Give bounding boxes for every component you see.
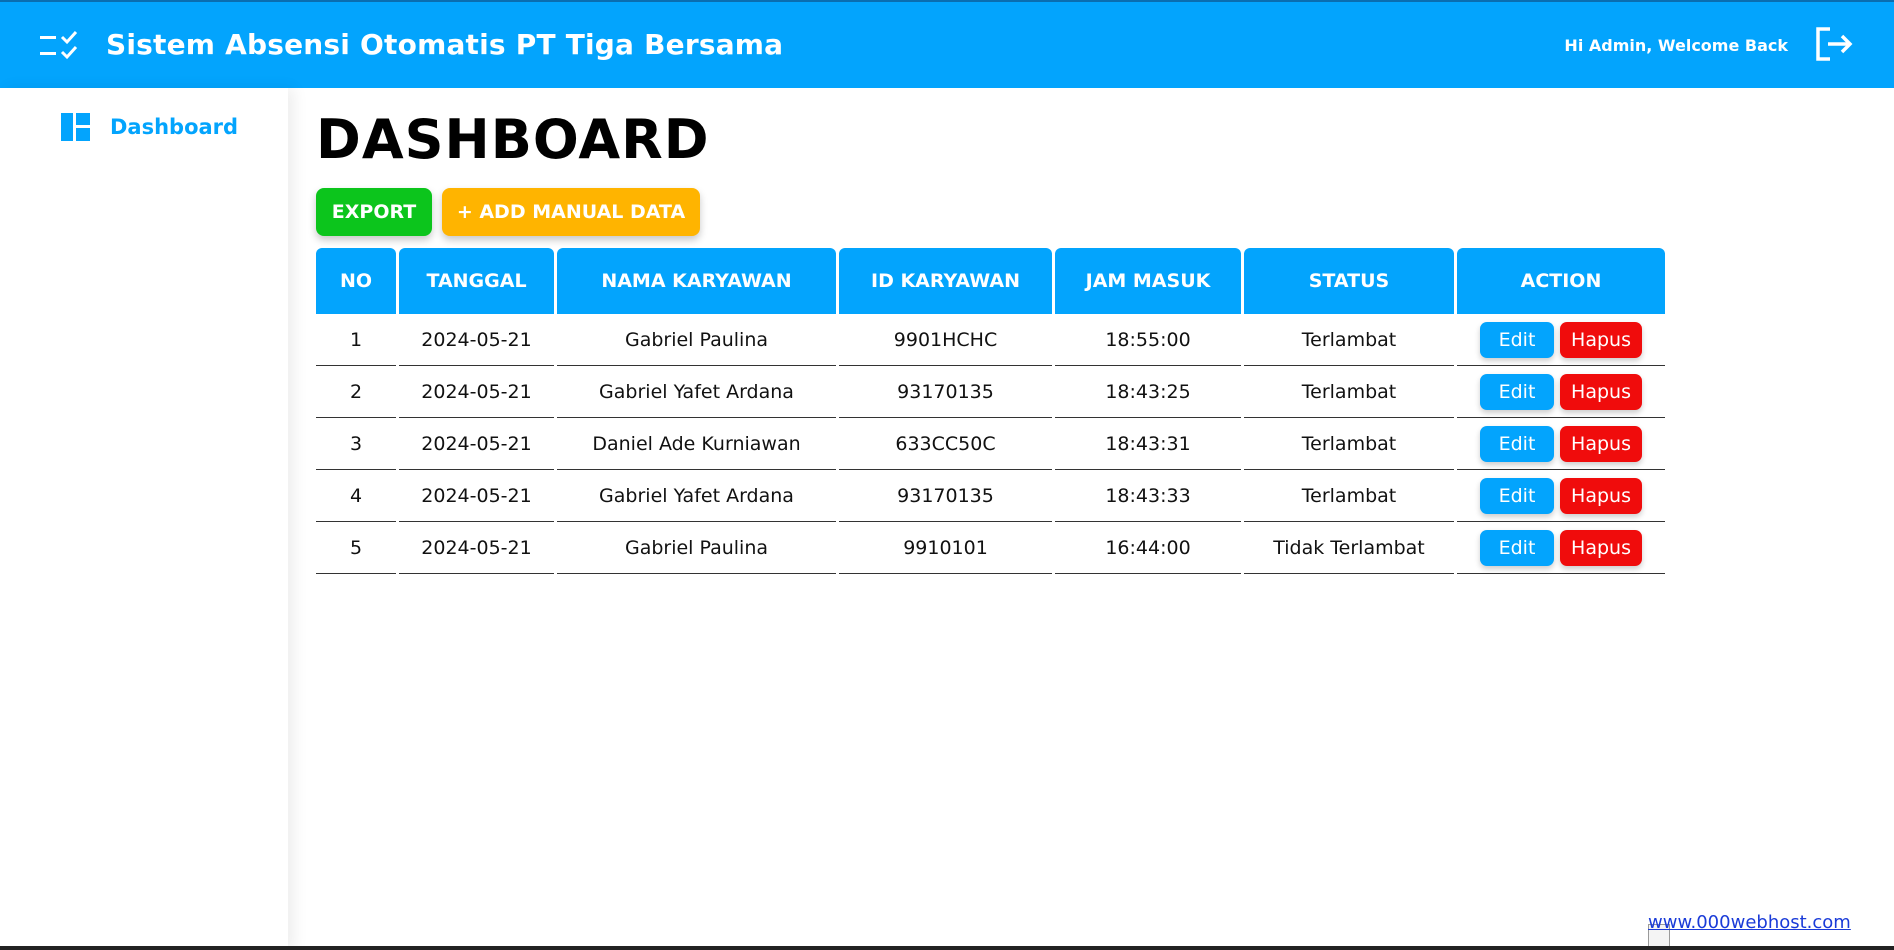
sidebar-item-dashboard[interactable]: Dashboard xyxy=(60,112,238,142)
table-header-row: NO TANGGAL NAMA KARYAWAN ID KARYAWAN JAM… xyxy=(316,248,1665,314)
cell-jam: 16:44:00 xyxy=(1055,522,1241,574)
cell-status: Terlambat xyxy=(1244,470,1454,522)
edit-button[interactable]: Edit xyxy=(1480,477,1554,514)
app-title: Sistem Absensi Otomatis PT Tiga Bersama xyxy=(106,28,784,61)
cell-jam: 18:55:00 xyxy=(1055,314,1241,366)
cell-action: Edit Hapus xyxy=(1457,418,1665,470)
header-no: NO xyxy=(316,248,396,314)
cell-jam: 18:43:33 xyxy=(1055,470,1241,522)
table-row: 5 2024-05-21 Gabriel Paulina 9910101 16:… xyxy=(316,522,1665,574)
edit-button[interactable]: Edit xyxy=(1480,529,1554,566)
cell-action: Edit Hapus xyxy=(1457,522,1665,574)
sidebar: Dashboard xyxy=(0,88,288,950)
cell-no: 2 xyxy=(316,366,396,418)
header-action: ACTION xyxy=(1457,248,1665,314)
cell-id: 93170135 xyxy=(839,366,1052,418)
edit-button[interactable]: Edit xyxy=(1480,321,1554,358)
welcome-text: Hi Admin, Welcome Back xyxy=(1564,36,1788,55)
cell-nama: Gabriel Paulina xyxy=(557,522,836,574)
page-title: DASHBOARD xyxy=(316,108,710,171)
cell-id: 93170135 xyxy=(839,470,1052,522)
cell-nama: Gabriel Yafet Ardana xyxy=(557,470,836,522)
header-status: STATUS xyxy=(1244,248,1454,314)
cell-no: 1 xyxy=(316,314,396,366)
delete-button[interactable]: Hapus xyxy=(1560,529,1642,566)
header-jam-masuk: JAM MASUK xyxy=(1055,248,1241,314)
delete-button[interactable]: Hapus xyxy=(1560,373,1642,410)
edit-button[interactable]: Edit xyxy=(1480,373,1554,410)
cell-no: 4 xyxy=(316,470,396,522)
cell-status: Terlambat xyxy=(1244,314,1454,366)
header-nama-karyawan: NAMA KARYAWAN xyxy=(557,248,836,314)
cell-id: 9901HCHC xyxy=(839,314,1052,366)
cell-status: Terlambat xyxy=(1244,418,1454,470)
cell-jam: 18:43:31 xyxy=(1055,418,1241,470)
cell-no: 3 xyxy=(316,418,396,470)
cell-tanggal: 2024-05-21 xyxy=(399,470,554,522)
dashboard-icon xyxy=(61,113,90,141)
table-row: 1 2024-05-21 Gabriel Paulina 9901HCHC 18… xyxy=(316,314,1665,366)
cell-jam: 18:43:25 xyxy=(1055,366,1241,418)
header-tanggal: TANGGAL xyxy=(399,248,554,314)
attendance-table: NO TANGGAL NAMA KARYAWAN ID KARYAWAN JAM… xyxy=(313,248,1668,574)
cell-tanggal: 2024-05-21 xyxy=(399,366,554,418)
attendance-table-wrap: NO TANGGAL NAMA KARYAWAN ID KARYAWAN JAM… xyxy=(316,248,1665,574)
cell-status: Terlambat xyxy=(1244,366,1454,418)
cell-action: Edit Hapus xyxy=(1457,314,1665,366)
checklist-icon[interactable] xyxy=(40,31,82,61)
edit-button[interactable]: Edit xyxy=(1480,425,1554,462)
cell-id: 633CC50C xyxy=(839,418,1052,470)
sidebar-item-label: Dashboard xyxy=(110,115,239,139)
cell-tanggal: 2024-05-21 xyxy=(399,314,554,366)
logout-icon[interactable] xyxy=(1814,26,1854,62)
export-button[interactable]: EXPORT xyxy=(316,188,432,236)
add-manual-data-button[interactable]: + ADD MANUAL DATA xyxy=(442,188,700,236)
table-row: 2 2024-05-21 Gabriel Yafet Ardana 931701… xyxy=(316,366,1665,418)
cell-status: Tidak Terlambat xyxy=(1244,522,1454,574)
delete-button[interactable]: Hapus xyxy=(1560,425,1642,462)
header-id-karyawan: ID KARYAWAN xyxy=(839,248,1052,314)
cell-id: 9910101 xyxy=(839,522,1052,574)
top-bar: Sistem Absensi Otomatis PT Tiga Bersama … xyxy=(0,0,1894,88)
cell-no: 5 xyxy=(316,522,396,574)
table-row: 3 2024-05-21 Daniel Ade Kurniawan 633CC5… xyxy=(316,418,1665,470)
table-row: 4 2024-05-21 Gabriel Yafet Ardana 931701… xyxy=(316,470,1665,522)
cell-action: Edit Hapus xyxy=(1457,366,1665,418)
cell-action: Edit Hapus xyxy=(1457,470,1665,522)
cell-tanggal: 2024-05-21 xyxy=(399,522,554,574)
cell-nama: Gabriel Yafet Ardana xyxy=(557,366,836,418)
delete-button[interactable]: Hapus xyxy=(1560,321,1642,358)
cell-nama: Daniel Ade Kurniawan xyxy=(557,418,836,470)
bottom-divider xyxy=(0,946,1894,950)
webhost-link[interactable]: www.000webhost.com xyxy=(1648,912,1851,933)
cell-tanggal: 2024-05-21 xyxy=(399,418,554,470)
cell-nama: Gabriel Paulina xyxy=(557,314,836,366)
delete-button[interactable]: Hapus xyxy=(1560,477,1642,514)
